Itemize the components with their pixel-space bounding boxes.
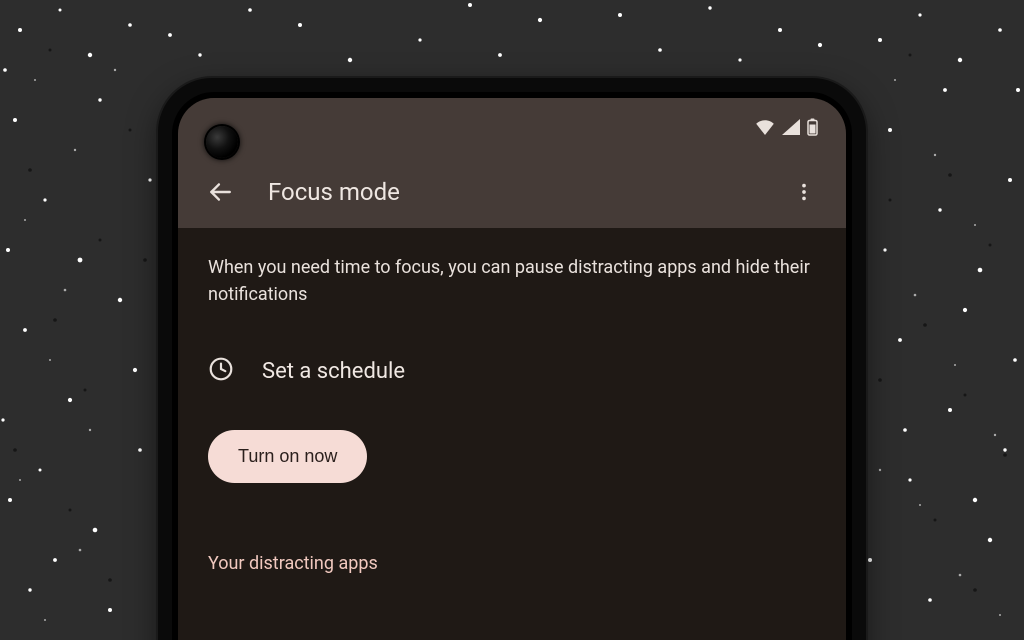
clock-icon: [208, 356, 234, 386]
turn-on-now-button[interactable]: Turn on now: [208, 430, 367, 483]
phone-bezel: Focus mode When you need time to focus, …: [172, 92, 852, 640]
more-options-button[interactable]: [784, 172, 824, 212]
wifi-icon: [755, 119, 775, 135]
app-bar: Focus mode: [178, 156, 846, 228]
set-schedule-label: Set a schedule: [262, 359, 405, 384]
description-text: When you need time to focus, you can pau…: [208, 254, 816, 308]
cellular-signal-icon: [782, 119, 800, 135]
back-button[interactable]: [200, 172, 240, 212]
front-camera: [206, 126, 238, 158]
phone-screen: Focus mode When you need time to focus, …: [178, 98, 846, 640]
battery-icon: [807, 118, 818, 136]
status-bar: [178, 98, 846, 156]
distracting-apps-heading: Your distracting apps: [208, 553, 816, 574]
page-title: Focus mode: [268, 178, 756, 206]
content-area: When you need time to focus, you can pau…: [178, 228, 846, 640]
set-schedule-row[interactable]: Set a schedule: [208, 354, 816, 388]
phone-frame: Focus mode When you need time to focus, …: [158, 78, 866, 640]
